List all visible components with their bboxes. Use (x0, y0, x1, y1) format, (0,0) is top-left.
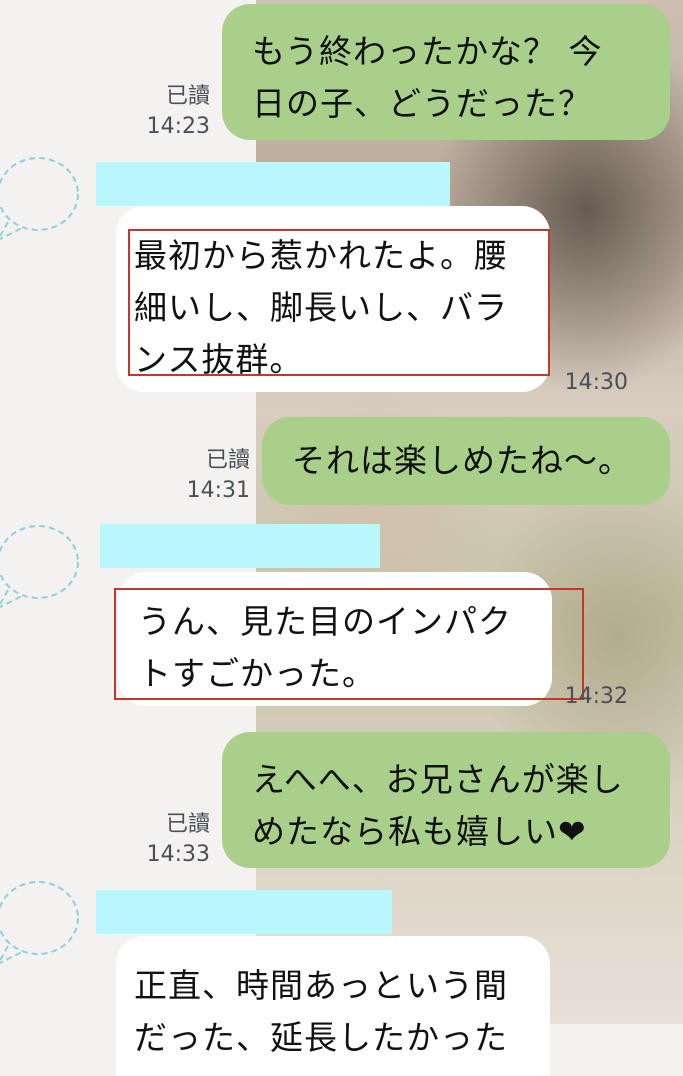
avatar-placeholder-icon[interactable] (0, 876, 80, 966)
read-status: 已讀 14:33 (146, 812, 210, 867)
message-time: 14:32 (564, 684, 628, 709)
read-status: 已讀 14:31 (186, 448, 250, 503)
highlight-box (128, 229, 550, 376)
outgoing-message[interactable]: もう終わったかな？ 今 日の子、どうだった？ (222, 4, 670, 140)
background-photo (256, 0, 683, 1024)
avatar-placeholder-icon[interactable] (0, 520, 80, 610)
message-time: 14:30 (564, 370, 628, 395)
avatar-placeholder-icon[interactable] (0, 152, 80, 242)
sender-name-bar (96, 162, 450, 206)
sender-name-bar (96, 890, 392, 934)
incoming-message[interactable]: 正直、時間あっという間 だった、延長したかった (116, 936, 550, 1076)
outgoing-message[interactable]: えへへ、お兄さんが楽し めたなら私も嬉しい❤ (222, 732, 670, 868)
read-status: 已讀 14:23 (146, 84, 210, 139)
outgoing-message[interactable]: それは楽しめたね〜。 (262, 417, 670, 505)
sender-name-bar (100, 524, 380, 568)
highlight-box (114, 588, 584, 700)
